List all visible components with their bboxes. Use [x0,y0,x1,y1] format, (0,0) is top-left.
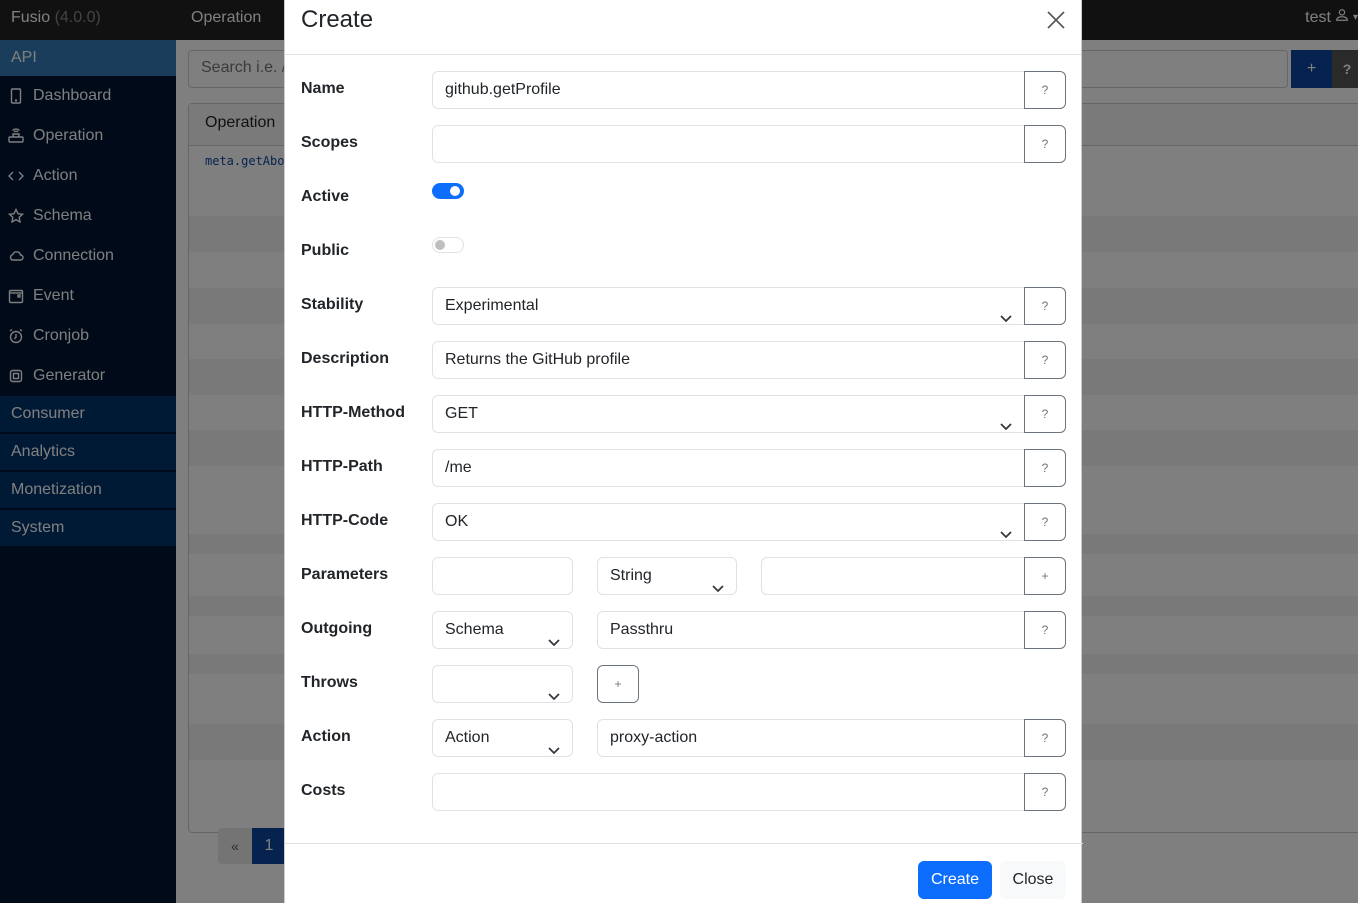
http-path-label: HTTP-Path [301,458,383,475]
http-code-label: HTTP-Code [301,512,389,529]
action-type-select[interactable]: Action [432,719,573,757]
chevron-down-icon [1000,409,1012,431]
chevron-down-icon [1000,517,1012,539]
form-row-throws: Throws + [285,665,1083,703]
action-type-selected-value: Action [445,729,490,746]
http-code-selected-value: OK [445,513,469,530]
form-row-name: Name github.getProfile ? [285,71,1083,109]
active-toggle[interactable] [432,183,464,199]
action-label: Action [301,728,351,745]
throws-code-select[interactable] [432,665,573,703]
form-row-http-method: HTTP-Method GET ? [285,395,1083,433]
close-button[interactable]: Close [1000,861,1066,899]
scopes-label: Scopes [301,134,358,151]
form-row-description: Description Returns the GitHub profile ? [285,341,1083,379]
stability-label: Stability [301,296,364,313]
http-path-help-button[interactable]: ? [1024,449,1066,487]
parameter-type-select[interactable]: String [597,557,737,595]
parameter-description-input[interactable] [761,557,1024,595]
action-help-button[interactable]: ? [1024,719,1066,757]
parameters-label: Parameters [301,566,389,583]
add-throws-button[interactable]: + [597,665,639,703]
form-row-outgoing: Outgoing Schema Passthru ? [285,611,1083,649]
outgoing-label: Outgoing [301,620,373,637]
modal-header: Create [285,0,1081,55]
public-label: Public [301,242,350,259]
http-method-label: HTTP-Method [301,404,405,421]
throws-label: Throws [301,674,358,691]
name-label: Name [301,80,345,97]
active-label: Active [301,188,350,205]
name-input[interactable]: github.getProfile [432,71,1024,109]
chevron-down-icon [712,571,724,593]
description-input[interactable]: Returns the GitHub profile [432,341,1024,379]
http-method-help-button[interactable]: ? [1024,395,1066,433]
chevron-down-icon [548,679,560,701]
http-code-help-button[interactable]: ? [1024,503,1066,541]
parameter-type-selected-value: String [610,567,652,584]
create-operation-modal: Create Name github.getProfile ? Scopes ?… [284,0,1083,903]
stability-help-button[interactable]: ? [1024,287,1066,325]
form-row-stability: Stability Experimental ? [285,287,1083,325]
chevron-down-icon [548,733,560,755]
outgoing-help-button[interactable]: ? [1024,611,1066,649]
form-row-active: Active [285,179,1083,217]
form-row-scopes: Scopes ? [285,125,1083,163]
public-toggle[interactable] [432,237,464,253]
form-row-http-code: HTTP-Code OK ? [285,503,1083,541]
costs-label: Costs [301,782,346,799]
outgoing-type-selected-value: Schema [445,621,504,638]
description-label: Description [301,350,390,367]
stability-select[interactable]: Experimental [432,287,1024,325]
form-row-public: Public [285,233,1083,271]
http-method-selected-value: GET [445,405,478,422]
costs-input[interactable] [432,773,1024,811]
toggle-knob [450,186,460,196]
http-path-input[interactable]: /me [432,449,1024,487]
action-input[interactable]: proxy-action [597,719,1024,757]
description-help-button[interactable]: ? [1024,341,1066,379]
form-row-parameters: Parameters String + [285,557,1083,595]
close-icon[interactable] [1045,9,1067,31]
modal-footer: Create Close [285,843,1083,903]
scopes-input[interactable] [432,125,1024,163]
chevron-down-icon [1000,301,1012,323]
http-method-select[interactable]: GET [432,395,1024,433]
form-row-action: Action Action proxy-action ? [285,719,1083,757]
create-button[interactable]: Create [918,861,992,899]
form-row-http-path: HTTP-Path /me ? [285,449,1083,487]
parameter-name-input[interactable] [432,557,573,595]
modal-title: Create [301,6,374,33]
costs-help-button[interactable]: ? [1024,773,1066,811]
http-code-select[interactable]: OK [432,503,1024,541]
outgoing-schema-input[interactable]: Passthru [597,611,1024,649]
chevron-down-icon [548,625,560,647]
toggle-knob [435,240,445,250]
name-help-button[interactable]: ? [1024,71,1066,109]
scopes-help-button[interactable]: ? [1024,125,1066,163]
form-row-costs: Costs ? [285,773,1083,811]
add-parameter-button[interactable]: + [1024,557,1066,595]
outgoing-type-select[interactable]: Schema [432,611,573,649]
stability-selected-value: Experimental [445,297,539,314]
